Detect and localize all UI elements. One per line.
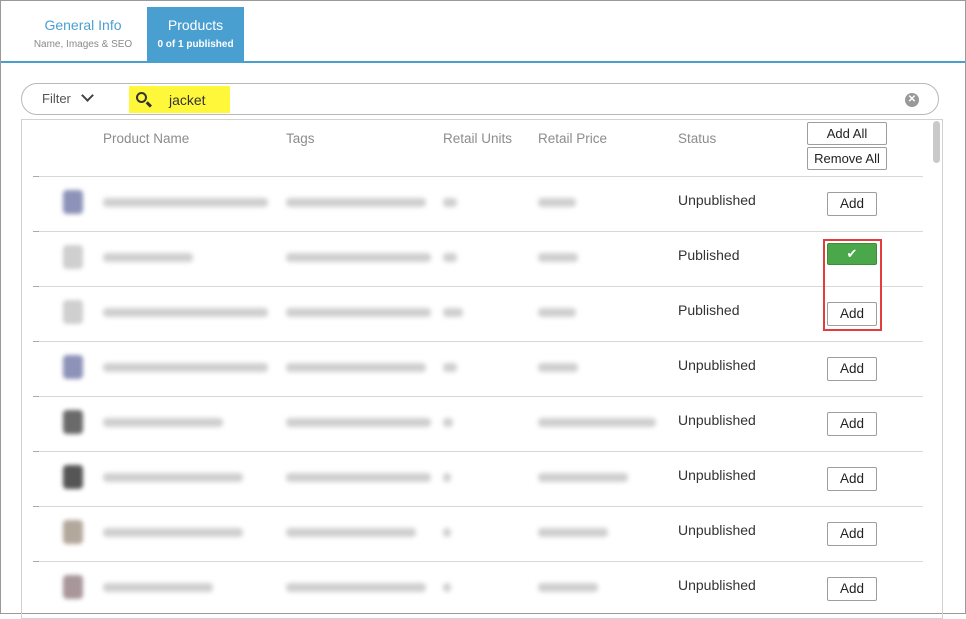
row-divider <box>33 286 923 287</box>
header-product-name[interactable]: Product Name <box>103 131 189 146</box>
retail-price-blurred <box>538 418 656 427</box>
header-tags[interactable]: Tags <box>286 131 315 146</box>
retail-units-blurred <box>443 198 457 207</box>
product-name-blurred <box>103 473 243 482</box>
row-divider <box>33 506 923 507</box>
status-text: Unpublished <box>678 412 756 428</box>
product-name-blurred <box>103 528 243 537</box>
chevron-down-icon <box>81 89 94 102</box>
retail-units-blurred <box>443 583 451 592</box>
row-divider <box>33 451 923 452</box>
add-all-button[interactable]: Add All <box>807 122 887 145</box>
retail-price-blurred <box>538 363 578 372</box>
tags-blurred <box>286 253 431 262</box>
product-thumbnail <box>63 300 83 324</box>
remove-all-button[interactable]: Remove All <box>807 147 887 170</box>
status-text: Unpublished <box>678 192 756 208</box>
header-status[interactable]: Status <box>678 131 716 146</box>
search-icon <box>136 92 147 103</box>
retail-units-blurred <box>443 308 463 317</box>
status-text: Unpublished <box>678 522 756 538</box>
row-divider <box>33 341 923 342</box>
row-divider <box>33 231 923 232</box>
product-name-blurred <box>103 418 223 427</box>
row-divider <box>33 561 923 562</box>
product-thumbnail <box>63 245 83 269</box>
tab-general-info[interactable]: General Info Name, Images & SEO <box>23 7 143 61</box>
retail-price-blurred <box>538 473 628 482</box>
add-button[interactable]: Add <box>827 357 877 381</box>
tab-products-title: Products <box>167 17 224 33</box>
product-thumbnail <box>63 190 83 214</box>
retail-price-blurred <box>538 308 576 317</box>
status-text: Unpublished <box>678 577 756 593</box>
annotation-highlight-box <box>823 239 882 331</box>
row-divider <box>33 396 923 397</box>
row-divider <box>33 176 923 177</box>
product-name-blurred <box>103 253 193 262</box>
product-name-blurred <box>103 308 268 317</box>
status-text: Unpublished <box>678 357 756 373</box>
filter-label: Filter <box>42 91 71 106</box>
tags-blurred <box>286 418 431 427</box>
tags-blurred <box>286 363 426 372</box>
search-input[interactable]: jacket <box>129 86 230 113</box>
tags-blurred <box>286 473 431 482</box>
tab-general-info-title: General Info <box>44 17 122 33</box>
retail-units-blurred <box>443 528 451 537</box>
product-thumbnail <box>63 465 83 489</box>
add-button[interactable]: Add <box>827 522 877 546</box>
retail-units-blurred <box>443 363 457 372</box>
header-retail-price[interactable]: Retail Price <box>538 131 607 146</box>
clear-search-icon[interactable]: ✕ <box>905 93 919 107</box>
add-button[interactable]: Add <box>827 412 877 436</box>
product-name-blurred <box>103 583 213 592</box>
tags-blurred <box>286 528 416 537</box>
retail-price-blurred <box>538 528 608 537</box>
tags-blurred <box>286 583 426 592</box>
retail-price-blurred <box>538 583 598 592</box>
tab-products-subtitle: 0 of 1 published <box>157 39 234 50</box>
filter-dropdown[interactable]: Filter <box>42 89 94 106</box>
status-text: Published <box>678 247 740 263</box>
filter-bar: Filter jacket ✕ <box>21 83 939 115</box>
tags-blurred <box>286 308 431 317</box>
add-button[interactable]: Add <box>827 577 877 601</box>
retail-units-blurred <box>443 418 453 427</box>
retail-price-blurred <box>538 253 578 262</box>
tab-bar: General Info Name, Images & SEO Products… <box>1 1 965 63</box>
search-value: jacket <box>169 92 206 108</box>
product-name-blurred <box>103 363 268 372</box>
product-thumbnail <box>63 520 83 544</box>
tab-products[interactable]: Products 0 of 1 published <box>147 7 244 61</box>
status-text: Published <box>678 302 740 318</box>
retail-price-blurred <box>538 198 576 207</box>
add-button[interactable]: Add <box>827 467 877 491</box>
product-name-blurred <box>103 198 268 207</box>
product-thumbnail <box>63 355 83 379</box>
product-thumbnail <box>63 575 83 599</box>
product-thumbnail <box>63 410 83 434</box>
add-button[interactable]: Add <box>827 192 877 216</box>
status-text: Unpublished <box>678 467 756 483</box>
tab-general-info-subtitle: Name, Images & SEO <box>33 39 133 50</box>
retail-units-blurred <box>443 473 451 482</box>
header-retail-units[interactable]: Retail Units <box>443 131 512 146</box>
scrollbar[interactable] <box>933 121 940 163</box>
tags-blurred <box>286 198 426 207</box>
retail-units-blurred <box>443 253 457 262</box>
